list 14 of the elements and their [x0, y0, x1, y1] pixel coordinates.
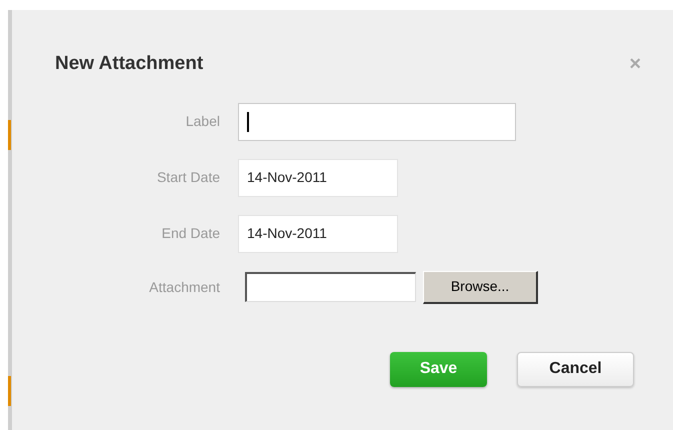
field-label: Label	[186, 112, 220, 131]
page-edge-marker	[8, 376, 11, 406]
file-path-field[interactable]	[245, 272, 416, 302]
text-cursor	[247, 112, 249, 132]
cancel-button[interactable]: Cancel	[517, 352, 634, 386]
input-field[interactable]	[238, 102, 516, 140]
field-label: Attachment	[149, 278, 220, 296]
browse-button[interactable]: Browse...	[423, 270, 538, 304]
field-label: End Date	[162, 224, 220, 243]
page-edge-marker	[8, 120, 11, 150]
dialog-title: New Attachment	[55, 52, 204, 76]
date-field[interactable]: 14-Nov-2011	[238, 214, 398, 252]
field-label: Start Date	[156, 168, 220, 187]
date-field[interactable]: 14-Nov-2011	[238, 158, 398, 196]
